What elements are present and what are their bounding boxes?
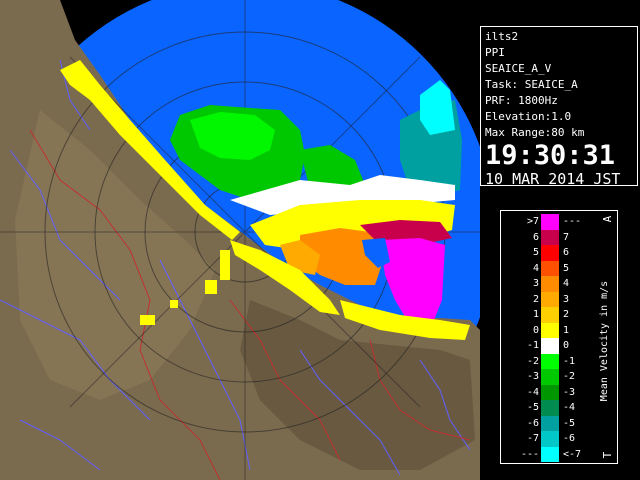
legend-color-swatch <box>541 384 559 400</box>
legend-row: 67 <box>503 229 599 245</box>
info-panel: ilts2 PPI SEAICE_A_V Task: SEAICE_A PRF:… <box>480 26 638 188</box>
legend-row: 56 <box>503 245 599 261</box>
legend-color-swatch <box>541 214 559 230</box>
legend-color-swatch <box>541 229 559 245</box>
legend-lower-bound: -7 <box>526 433 539 444</box>
legend-upper-bound: 4 <box>563 278 570 289</box>
prf-value: PRF: 1800Hz <box>485 94 558 107</box>
legend-row: -3 -2 <box>503 369 599 385</box>
legend-upper-bound: 1 <box>563 324 570 336</box>
legend-rows: >7 --- 6 7 5 6 4 5 3 4 2 3 1 2 0 1 -1 0 -2 -1 -3 -2 -4 -3 -5 -4 -6… <box>503 214 599 462</box>
legend-upper-bound: -6 <box>563 433 576 444</box>
legend-color-swatch <box>541 338 559 354</box>
legend-lower-bound: 5 <box>532 247 539 258</box>
legend-row: -2 -1 <box>503 353 599 369</box>
legend-row: -6 -5 <box>503 415 599 431</box>
legend-color-swatch <box>541 446 559 462</box>
legend-row: 01 <box>503 322 599 338</box>
legend-lower-bound: 6 <box>532 231 539 243</box>
legend-lower-bound: --- <box>520 448 539 460</box>
scan-mode: PPI <box>485 46 505 59</box>
legend-upper-bound: -3 <box>563 386 576 398</box>
station-name: ilts2 <box>485 30 519 43</box>
legend-upper-bound: 0 <box>563 340 570 351</box>
legend-upper-bound: 2 <box>563 309 570 320</box>
legend-color-swatch <box>541 415 559 431</box>
legend-lower-bound: -3 <box>526 371 539 382</box>
legend-lower-bound: >7 <box>526 216 539 227</box>
scan-time: 19:30:31 <box>485 140 616 171</box>
legend-row: -5 -4 <box>503 400 599 416</box>
legend-row: 23 <box>503 291 599 307</box>
legend-upper-bound: -5 <box>563 417 576 429</box>
legend-lower-bound: -6 <box>526 417 539 429</box>
task-name: Task: SEAICE_A <box>485 78 578 91</box>
product-name: SEAICE_A_V <box>485 62 552 75</box>
legend-color-swatch <box>541 245 559 261</box>
legend-upper-bound: --- <box>563 216 582 227</box>
legend-upper-bound: 5 <box>563 262 570 274</box>
legend-color-swatch <box>541 260 559 276</box>
elevation-value: Elevation:1.0 <box>485 110 572 123</box>
legend-color-swatch <box>541 307 559 323</box>
legend-row: 34 <box>503 276 599 292</box>
legend-title: Mean Velocity in m/s <box>599 281 610 401</box>
legend-lower-bound: 4 <box>532 262 539 274</box>
legend-lower-bound: 2 <box>532 293 539 305</box>
legend-upper-bound: 7 <box>563 231 570 243</box>
legend-color-swatch <box>541 431 559 447</box>
legend-title-area: A Mean Velocity in m/s T <box>597 211 617 463</box>
legend-lower-bound: 0 <box>532 324 539 336</box>
legend-lower-bound: -5 <box>526 402 539 413</box>
radar-ppi-map <box>0 0 480 480</box>
legend-upper-bound: -4 <box>563 402 576 413</box>
legend-row: 45 <box>503 260 599 276</box>
legend-row: --- <-7 <box>503 446 599 462</box>
legend-row: 12 <box>503 307 599 323</box>
legend-bottom-letter: T <box>601 451 614 458</box>
legend-lower-bound: -2 <box>526 355 539 367</box>
legend-upper-bound: 3 <box>563 293 570 305</box>
legend-color-swatch <box>541 353 559 369</box>
legend-color-swatch <box>541 322 559 338</box>
legend-upper-bound: <-7 <box>563 448 582 460</box>
max-range-value: Max Range:80 km <box>485 126 585 139</box>
legend-lower-bound: -4 <box>526 386 539 398</box>
legend-upper-bound: -1 <box>563 355 576 367</box>
legend-upper-bound: -2 <box>563 371 576 382</box>
legend-color-swatch <box>541 369 559 385</box>
scan-date: 10 MAR 2014 JST <box>485 170 621 188</box>
legend-lower-bound: -1 <box>526 340 539 351</box>
velocity-legend: >7 --- 6 7 5 6 4 5 3 4 2 3 1 2 0 1 -1 0 -2 -1 -3 -2 -4 -3 -5 -4 -6… <box>500 210 618 464</box>
legend-lower-bound: 3 <box>532 278 539 289</box>
legend-row: >7 --- <box>503 214 599 230</box>
legend-color-swatch <box>541 400 559 416</box>
legend-color-swatch <box>541 276 559 292</box>
legend-row: -1 0 <box>503 338 599 354</box>
legend-row: -4 -3 <box>503 384 599 400</box>
legend-lower-bound: 1 <box>532 309 539 320</box>
legend-color-swatch <box>541 291 559 307</box>
legend-row: -7 -6 <box>503 431 599 447</box>
legend-upper-bound: 6 <box>563 247 570 258</box>
legend-top-letter: A <box>601 215 614 222</box>
